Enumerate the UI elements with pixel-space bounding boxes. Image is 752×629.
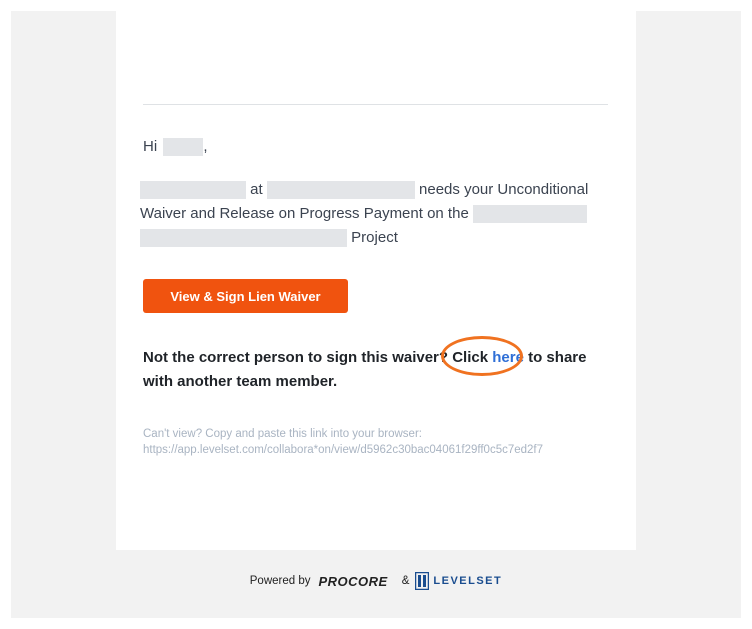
procore-logo: PROCORE [318,573,388,589]
powered-by-text: Powered by [249,575,311,587]
project-text: Project [351,229,398,246]
greeting-punctuation: , [203,138,208,155]
wrong-person-prefix: Not the correct person to sign this waiv… [143,349,489,366]
redacted-recipient-name [163,138,204,157]
levelset-logo-icon [415,571,430,591]
cant-view-text: Can't view? Copy and paste this link int… [143,428,422,440]
ampersand-text: & [401,575,410,587]
at-text: at [250,181,263,198]
fallback-link-section: Can't view? Copy and paste this link int… [143,426,613,458]
share-here-link[interactable]: here [492,349,524,366]
header-divider [143,104,608,105]
greeting-text: Hi [143,138,158,155]
request-message: at needs your Unconditional Waiver and R… [140,178,615,250]
redacted-requester-name [140,181,246,200]
fallback-url-link[interactable]: https://app.levelset.com/collabora*on/vi… [143,444,543,456]
wrong-person-note: Not the correct person to sign this waiv… [143,346,613,394]
greeting-line: Hi , [143,137,208,157]
view-sign-lien-waiver-button[interactable]: View & Sign Lien Waiver [143,279,348,313]
levelset-logo: LEVELSET [433,575,503,587]
footer: Powered by PROCORE & LEVELSET [0,568,752,594]
redacted-project-name-part1 [472,205,587,224]
redacted-project-name-part2 [140,229,347,248]
redacted-company-name [266,181,415,200]
